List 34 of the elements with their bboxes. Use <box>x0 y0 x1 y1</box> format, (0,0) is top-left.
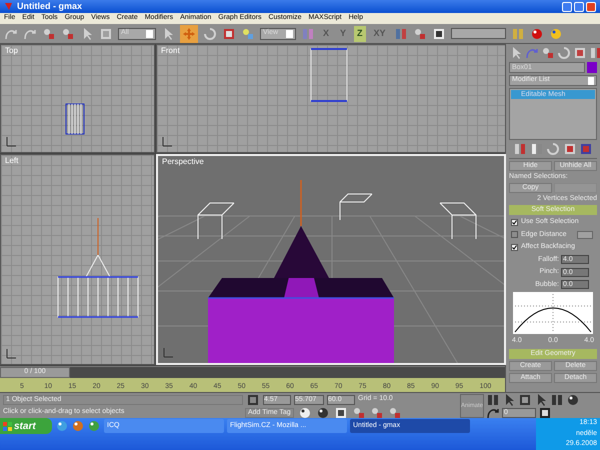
checkmark-icon <box>512 220 517 225</box>
checkbox[interactable] <box>511 244 518 251</box>
box-wireframe-drawing <box>65 103 85 135</box>
select-region-icon[interactable] <box>99 26 113 40</box>
checkbox[interactable] <box>511 231 518 238</box>
viewport[interactable]: Perspective <box>156 154 506 365</box>
checkbox[interactable] <box>511 218 518 226</box>
axis-icon <box>5 136 17 148</box>
axis-button[interactable]: XY <box>370 26 389 42</box>
object-color-swatch[interactable] <box>587 62 597 73</box>
viewport-label[interactable]: Front <box>161 45 180 57</box>
axis-button[interactable]: Z <box>354 26 366 42</box>
viewport-label[interactable]: Top <box>5 45 18 57</box>
checkmark-icon <box>512 244 517 250</box>
restore-button[interactable] <box>574 2 584 12</box>
viewport[interactable]: Top <box>0 44 155 153</box>
start-button[interactable]: start <box>0 418 52 434</box>
axis-button[interactable]: Y <box>337 26 350 42</box>
close-button[interactable] <box>586 2 596 12</box>
axis-button[interactable]: X <box>320 26 332 42</box>
viewport[interactable]: Front <box>156 44 506 153</box>
viewport-label[interactable]: Perspective <box>162 156 204 168</box>
axis-icon <box>5 348 17 360</box>
box-wireframe-drawing <box>309 47 349 103</box>
edge-distance-field[interactable] <box>577 230 593 239</box>
axis-icon <box>161 136 173 148</box>
windows-flag-icon <box>3 422 12 430</box>
viewport-label[interactable]: Left <box>5 155 18 167</box>
viewport[interactable]: Left <box>0 154 155 365</box>
rotate-icon[interactable] <box>203 26 217 40</box>
named-selection-field[interactable] <box>450 28 506 39</box>
axis-icon <box>162 347 174 359</box>
window-title: Untitled - gmax <box>17 0 82 13</box>
minimize-button[interactable] <box>562 2 572 12</box>
